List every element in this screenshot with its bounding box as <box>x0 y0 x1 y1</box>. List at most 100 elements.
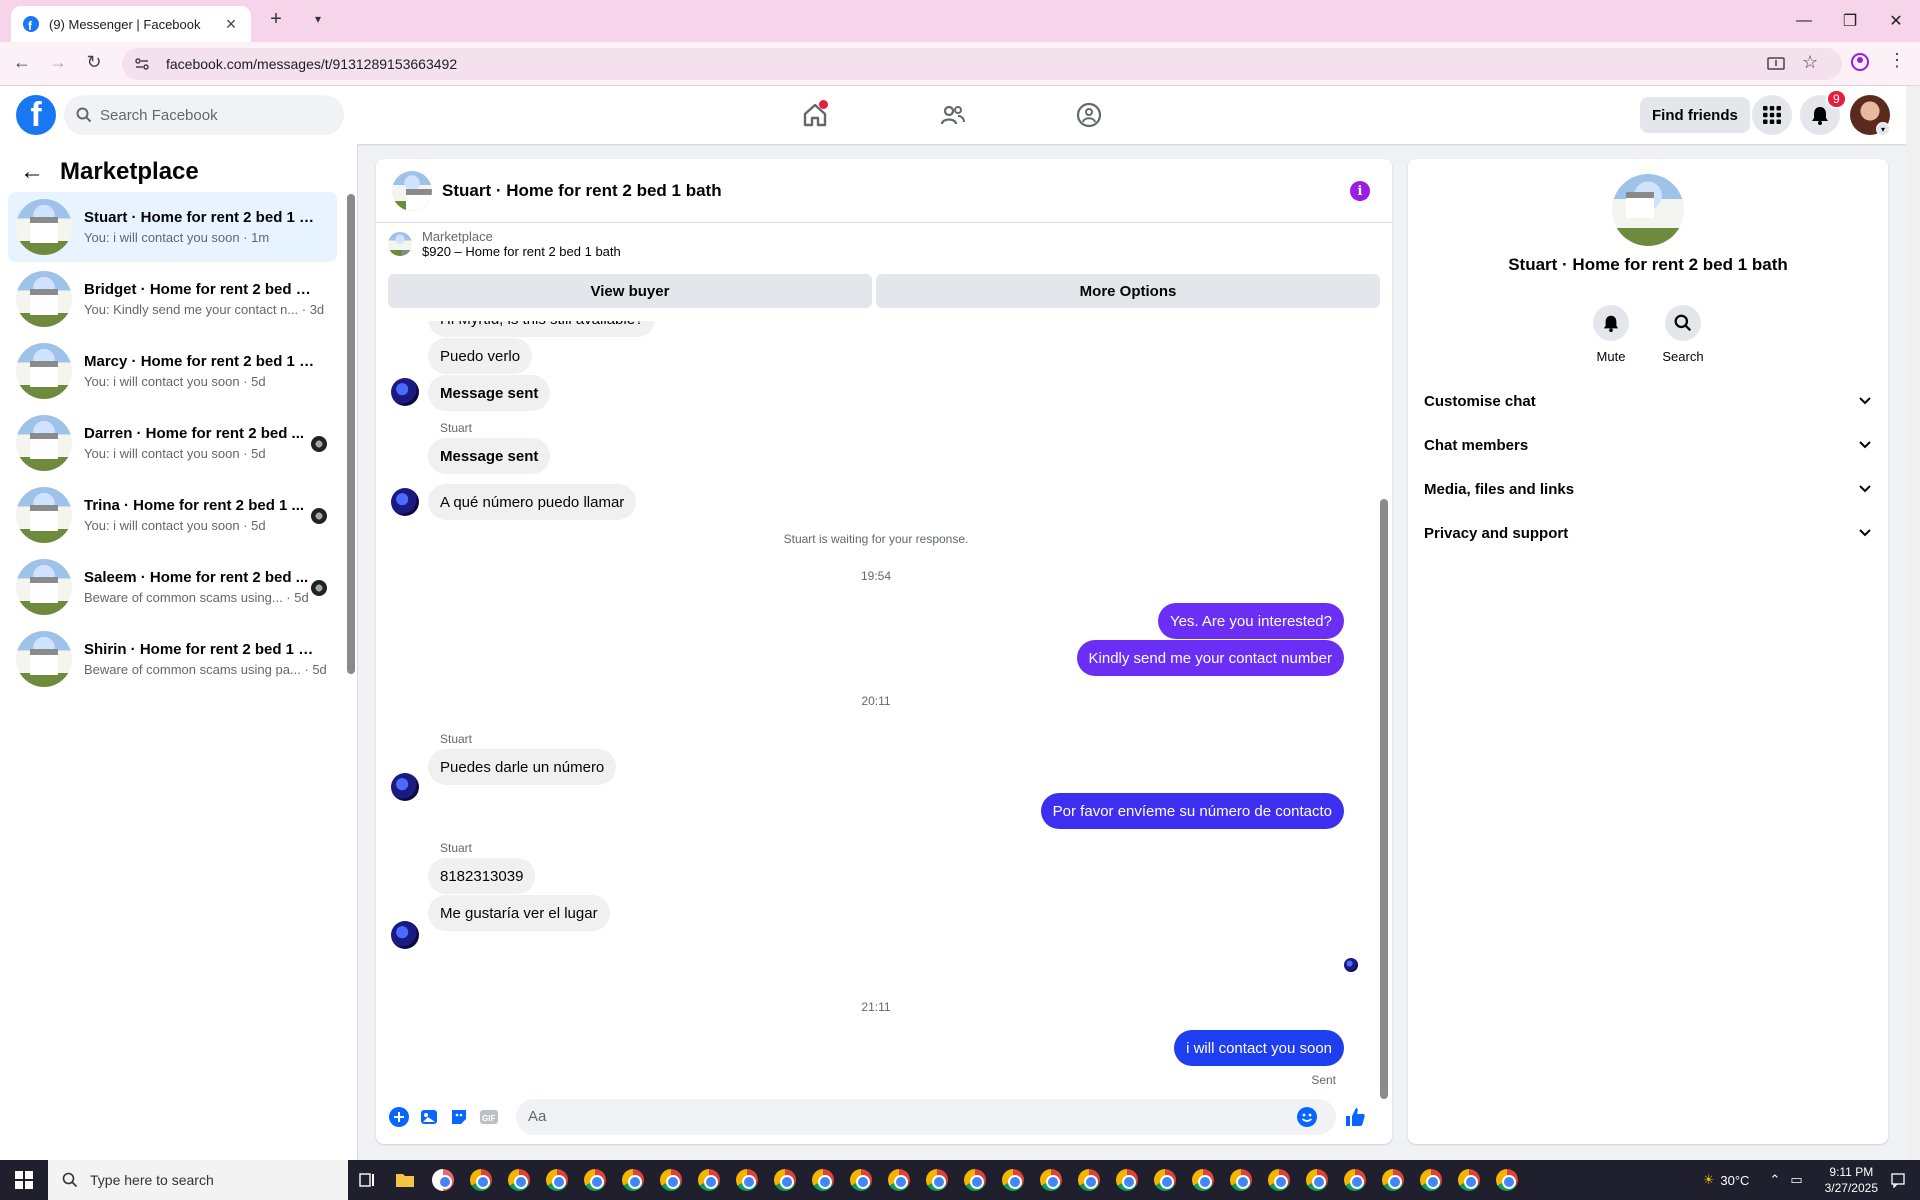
groups-nav-button[interactable] <box>1034 86 1144 144</box>
chrome-icon[interactable] <box>1111 1164 1143 1196</box>
chrome-icon[interactable] <box>1073 1164 1105 1196</box>
conversation-item[interactable]: Shirin · Home for rent 2 bed 1 b... Bewa… <box>8 624 337 694</box>
chrome-icon[interactable] <box>1149 1164 1181 1196</box>
bookmark-star-icon[interactable]: ☆ <box>1802 52 1818 73</box>
search-label: Search <box>1662 349 1704 364</box>
chrome-icon[interactable] <box>1301 1164 1333 1196</box>
chat-title[interactable]: Stuart · Home for rent 2 bed 1 bath <box>442 181 722 201</box>
plus-circle-icon[interactable] <box>388 1106 410 1128</box>
account-chevron-down-icon[interactable]: ▾ <box>1876 122 1890 136</box>
tab-close-icon[interactable]: × <box>223 14 239 35</box>
chrome-icon[interactable] <box>769 1164 801 1196</box>
file-explorer-icon[interactable] <box>389 1164 421 1196</box>
chrome-icon[interactable] <box>997 1164 1029 1196</box>
site-settings-icon[interactable] <box>134 56 154 72</box>
chrome-icon[interactable] <box>807 1164 839 1196</box>
facebook-logo[interactable]: f <box>16 95 56 135</box>
page-scrollbar[interactable] <box>1906 86 1920 1160</box>
conversation-item[interactable]: Stuart · Home for rent 2 bed 1 b... You:… <box>8 192 337 262</box>
app-icon[interactable] <box>427 1164 459 1196</box>
mute-button[interactable]: Mute <box>1576 305 1646 364</box>
conversation-item[interactable]: Saleem · Home for rent 2 bed ... Beware … <box>8 552 337 622</box>
chrome-icon[interactable] <box>579 1164 611 1196</box>
search-conversation-button[interactable]: Search <box>1648 305 1718 364</box>
thumbs-up-icon[interactable] <box>1344 1106 1366 1128</box>
install-app-icon[interactable] <box>1766 54 1786 74</box>
notification-center-icon[interactable] <box>1890 1172 1906 1188</box>
conversation-name: Marcy · Home for rent 2 bed 1 b... <box>84 353 316 370</box>
chrome-icon[interactable] <box>1263 1164 1295 1196</box>
more-options-button[interactable]: More Options <box>876 274 1380 308</box>
chrome-icon[interactable] <box>655 1164 687 1196</box>
close-window-icon[interactable]: ✕ <box>1874 7 1918 35</box>
chrome-icon[interactable] <box>959 1164 991 1196</box>
home-nav-button[interactable] <box>760 86 870 144</box>
listing-summary[interactable]: Marketplace $920 – Home for rent 2 bed 1… <box>388 229 621 259</box>
message-input[interactable] <box>516 1098 1336 1135</box>
chat-members-section[interactable]: Chat members <box>1424 425 1872 465</box>
clock[interactable]: 9:11 PM 3/27/2025 <box>1825 1164 1878 1196</box>
windows-start-icon[interactable] <box>0 1160 48 1200</box>
chrome-icon[interactable] <box>731 1164 763 1196</box>
weather-icon[interactable]: ☀ <box>1703 1172 1715 1188</box>
chrome-icon[interactable] <box>693 1164 725 1196</box>
browser-menu-icon[interactable]: ⋮ <box>1888 50 1906 71</box>
restore-icon[interactable]: ❐ <box>1828 7 1872 35</box>
chevron-up-icon[interactable]: ⌃ <box>1769 1172 1780 1188</box>
tab-title: (9) Messenger | Facebook <box>49 16 201 32</box>
task-view-icon[interactable] <box>351 1164 383 1196</box>
url-bar[interactable]: facebook.com/messages/t/9131289153663492 <box>122 48 1842 80</box>
back-icon[interactable]: ← <box>10 52 34 73</box>
chat-scrollbar[interactable] <box>1380 499 1388 1099</box>
customise-chat-section[interactable]: Customise chat <box>1424 381 1872 421</box>
sender-avatar <box>391 773 419 801</box>
chrome-icon[interactable] <box>1187 1164 1219 1196</box>
sticker-icon[interactable] <box>448 1106 470 1128</box>
profile-icon[interactable] <box>1850 52 1870 72</box>
network-icon[interactable]: ▭ <box>1790 1172 1802 1188</box>
media-files-links-section[interactable]: Media, files and links <box>1424 469 1872 509</box>
conversation-item[interactable]: Bridget · Home for rent 2 bed 1 ... You:… <box>8 264 337 334</box>
message-bubble: Puedes darle un número <box>428 749 617 785</box>
conversation-item[interactable]: Darren · Home for rent 2 bed ... You: i … <box>8 408 337 478</box>
chrome-icon[interactable] <box>541 1164 573 1196</box>
chevron-down-icon <box>1858 482 1872 496</box>
chrome-icon[interactable] <box>1453 1164 1485 1196</box>
chrome-icon[interactable] <box>883 1164 915 1196</box>
emoji-icon[interactable] <box>1296 1106 1318 1128</box>
view-buyer-button[interactable]: View buyer <box>388 274 872 308</box>
browser-tab[interactable]: f (9) Messenger | Facebook × <box>11 6 251 42</box>
chat-avatar[interactable] <box>392 170 432 211</box>
chrome-icon[interactable] <box>921 1164 953 1196</box>
chrome-icon[interactable] <box>1035 1164 1067 1196</box>
chrome-icon[interactable] <box>503 1164 535 1196</box>
minimize-icon[interactable]: — <box>1782 7 1826 35</box>
chrome-icon[interactable] <box>1491 1164 1523 1196</box>
conversation-list-scrollbar[interactable] <box>347 194 355 674</box>
new-tab-icon[interactable]: + <box>262 8 290 31</box>
taskbar-search-box[interactable]: Type here to search <box>48 1160 348 1200</box>
menu-grid-button[interactable] <box>1752 95 1792 135</box>
chrome-icon[interactable] <box>1225 1164 1257 1196</box>
conversation-item[interactable]: Marcy · Home for rent 2 bed 1 b... You: … <box>8 336 337 406</box>
facebook-search-input[interactable]: Search Facebook <box>64 95 344 135</box>
friends-nav-button[interactable] <box>898 86 1008 144</box>
back-arrow-icon[interactable]: ← <box>20 158 44 186</box>
privacy-support-section[interactable]: Privacy and support <box>1424 513 1872 553</box>
info-icon[interactable]: i <box>1350 181 1370 201</box>
conversation-item[interactable]: Trina · Home for rent 2 bed 1 ... You: i… <box>8 480 337 550</box>
chrome-icon[interactable] <box>845 1164 877 1196</box>
chrome-icon[interactable] <box>1339 1164 1371 1196</box>
tab-list-chevron-icon[interactable]: ▾ <box>304 12 332 26</box>
chrome-icon[interactable] <box>617 1164 649 1196</box>
photo-icon[interactable] <box>418 1106 440 1128</box>
chrome-icon[interactable] <box>1415 1164 1447 1196</box>
chrome-icon[interactable] <box>1377 1164 1409 1196</box>
reload-icon[interactable]: ↻ <box>82 52 106 73</box>
forward-icon[interactable]: → <box>46 52 70 73</box>
find-friends-button[interactable]: Find friends <box>1640 97 1750 133</box>
temperature[interactable]: 30°C <box>1720 1173 1749 1188</box>
chat-profile-picture[interactable] <box>1612 174 1684 246</box>
chrome-icon[interactable] <box>465 1164 497 1196</box>
gif-icon[interactable]: GIF <box>478 1106 500 1128</box>
